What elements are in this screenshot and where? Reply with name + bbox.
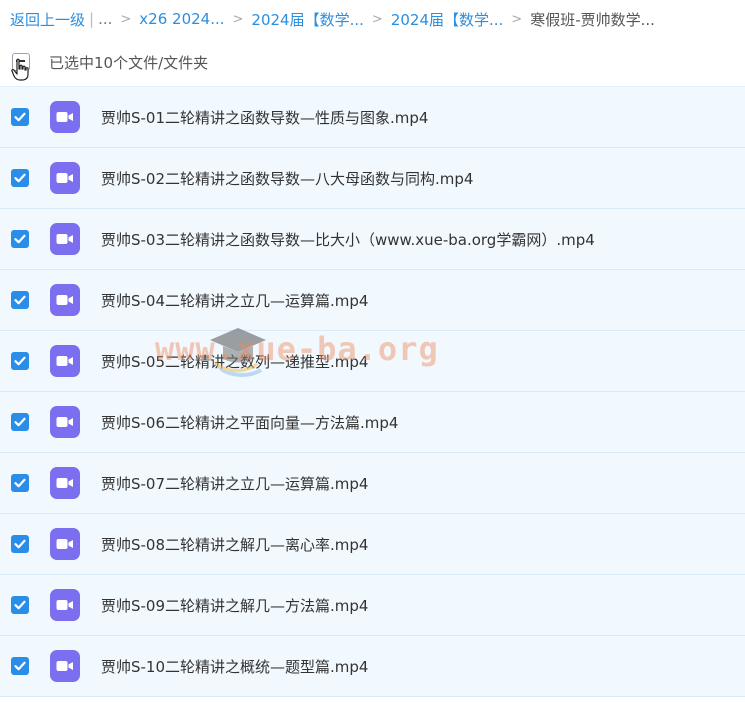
breadcrumb-item-3[interactable]: 2024届【数学...	[391, 9, 503, 30]
breadcrumb: 返回上一级 | ... > x26 2024... > 2024届【数学... …	[0, 0, 745, 38]
file-name[interactable]: 贾帅S-09二轮精讲之解几—方法篇.mp4	[101, 595, 368, 616]
chevron-right-icon: >	[232, 11, 244, 27]
file-name[interactable]: 贾帅S-03二轮精讲之函数导数—比大小（www.xue-ba.org学霸网）.m…	[101, 229, 595, 250]
checkmark-icon	[14, 478, 26, 488]
file-checkbox[interactable]	[11, 535, 29, 553]
file-name[interactable]: 贾帅S-04二轮精讲之立几—运算篇.mp4	[101, 290, 368, 311]
file-checkbox[interactable]	[11, 291, 29, 309]
breadcrumb-item-2[interactable]: 2024届【数学...	[251, 9, 363, 30]
video-file-icon	[50, 284, 80, 316]
video-file-icon	[50, 528, 80, 560]
list-item[interactable]: 贾帅S-01二轮精讲之函数导数—性质与图象.mp4	[0, 86, 745, 148]
file-list: 贾帅S-01二轮精讲之函数导数—性质与图象.mp4 贾帅S-02二轮精讲之函数导…	[0, 86, 745, 697]
video-file-icon	[50, 467, 80, 499]
video-file-icon	[50, 589, 80, 621]
file-name[interactable]: 贾帅S-07二轮精讲之立几—运算篇.mp4	[101, 473, 368, 494]
video-file-icon	[50, 406, 80, 438]
checkmark-icon	[14, 295, 26, 305]
list-item[interactable]: 贾帅S-09二轮精讲之解几—方法篇.mp4	[0, 575, 745, 636]
file-checkbox[interactable]	[11, 474, 29, 492]
checkmark-icon	[14, 661, 26, 671]
list-item[interactable]: 贾帅S-06二轮精讲之平面向量—方法篇.mp4	[0, 392, 745, 453]
file-name[interactable]: 贾帅S-08二轮精讲之解几—离心率.mp4	[101, 534, 368, 555]
checkmark-icon	[14, 539, 26, 549]
hand-cursor-icon	[11, 58, 29, 81]
checkmark-icon	[14, 173, 26, 183]
chevron-right-icon: >	[120, 11, 132, 27]
chevron-right-icon: >	[511, 11, 523, 27]
list-item[interactable]: 贾帅S-10二轮精讲之概统—题型篇.mp4	[0, 636, 745, 697]
video-file-icon	[50, 101, 80, 133]
file-checkbox[interactable]	[11, 230, 29, 248]
list-item[interactable]: 贾帅S-02二轮精讲之函数导数—八大母函数与同构.mp4	[0, 148, 745, 209]
file-checkbox[interactable]	[11, 352, 29, 370]
list-item[interactable]: 贾帅S-07二轮精讲之立几—运算篇.mp4	[0, 453, 745, 514]
checkmark-icon	[14, 417, 26, 427]
file-name[interactable]: 贾帅S-01二轮精讲之函数导数—性质与图象.mp4	[101, 107, 428, 128]
video-file-icon	[50, 345, 80, 377]
breadcrumb-current: 寒假班-贾帅数学...	[530, 10, 655, 29]
checkmark-icon	[14, 356, 26, 366]
file-checkbox[interactable]	[11, 413, 29, 431]
list-item[interactable]: 贾帅S-03二轮精讲之函数导数—比大小（www.xue-ba.org学霸网）.m…	[0, 209, 745, 270]
file-name[interactable]: 贾帅S-06二轮精讲之平面向量—方法篇.mp4	[101, 412, 398, 433]
breadcrumb-item-1[interactable]: x26 2024...	[139, 10, 224, 28]
selection-count-label: 已选中10个文件/文件夹	[49, 53, 209, 72]
list-item[interactable]: 贾帅S-04二轮精讲之立几—运算篇.mp4	[0, 270, 745, 331]
file-checkbox[interactable]	[11, 596, 29, 614]
file-name[interactable]: 贾帅S-02二轮精讲之函数导数—八大母函数与同构.mp4	[101, 168, 473, 189]
breadcrumb-divider: |	[89, 10, 95, 28]
file-checkbox[interactable]	[11, 169, 29, 187]
selection-bar: 已选中10个文件/文件夹	[0, 38, 745, 86]
list-item[interactable]: 贾帅S-05二轮精讲之数列—递推型.mp4	[0, 331, 745, 392]
chevron-right-icon: >	[371, 11, 383, 27]
breadcrumb-ellipsis[interactable]: ...	[98, 10, 112, 28]
list-item[interactable]: 贾帅S-08二轮精讲之解几—离心率.mp4	[0, 514, 745, 575]
checkmark-icon	[14, 600, 26, 610]
file-name[interactable]: 贾帅S-05二轮精讲之数列—递推型.mp4	[101, 351, 368, 372]
checkmark-icon	[14, 112, 26, 122]
file-checkbox[interactable]	[11, 108, 29, 126]
video-file-icon	[50, 162, 80, 194]
file-name[interactable]: 贾帅S-10二轮精讲之概统—题型篇.mp4	[101, 656, 368, 677]
video-file-icon	[50, 650, 80, 682]
checkmark-icon	[14, 234, 26, 244]
file-checkbox[interactable]	[11, 657, 29, 675]
back-link[interactable]: 返回上一级	[10, 9, 85, 30]
video-file-icon	[50, 223, 80, 255]
